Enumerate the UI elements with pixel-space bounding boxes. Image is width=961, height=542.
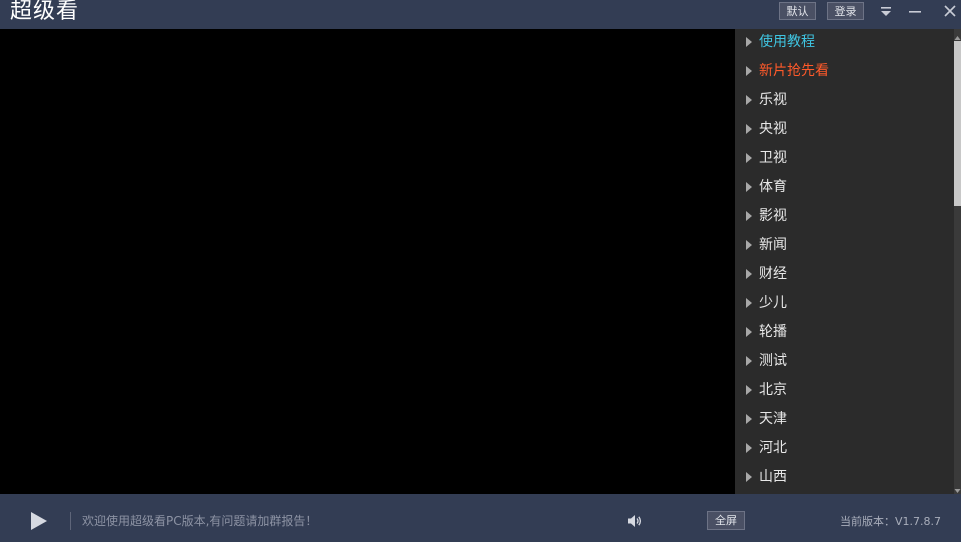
play-icon[interactable]: [30, 511, 48, 531]
channel-item[interactable]: 财经: [735, 261, 961, 290]
volume-icon[interactable]: [627, 513, 643, 529]
sidebar-scrollbar[interactable]: [954, 29, 961, 494]
channel-item[interactable]: 使用教程: [735, 29, 961, 58]
expand-arrow-icon: [746, 211, 752, 221]
expand-arrow-icon: [746, 95, 752, 105]
divider: [70, 512, 71, 530]
expand-arrow-icon: [746, 414, 752, 424]
expand-arrow-icon: [746, 182, 752, 192]
channel-item[interactable]: 北京: [735, 377, 961, 406]
channel-list: 使用教程新片抢先看乐视央视卫视体育影视新闻财经少儿轮播测试北京天津河北山西内蒙古: [735, 29, 961, 494]
expand-arrow-icon: [746, 356, 752, 366]
channel-item[interactable]: 新片抢先看: [735, 58, 961, 87]
channel-label: 乐视: [759, 92, 787, 108]
channel-label: 山西: [759, 469, 787, 485]
dropdown-menu-icon[interactable]: [877, 3, 895, 21]
channel-label: 天津: [759, 411, 787, 427]
channel-label: 少儿: [759, 295, 787, 311]
expand-arrow-icon: [746, 298, 752, 308]
channel-label: 使用教程: [759, 34, 815, 50]
channel-item[interactable]: 少儿: [735, 290, 961, 319]
app-title: 超级看: [10, 0, 80, 24]
version-label: 当前版本：V1.7.8.7: [840, 515, 942, 528]
expand-arrow-icon: [746, 443, 752, 453]
channel-item[interactable]: 体育: [735, 174, 961, 203]
channel-label: 轮播: [759, 324, 787, 340]
scroll-up-icon[interactable]: [954, 29, 961, 41]
channel-sidebar: 使用教程新片抢先看乐视央视卫视体育影视新闻财经少儿轮播测试北京天津河北山西内蒙古: [735, 29, 961, 494]
expand-arrow-icon: [746, 327, 752, 337]
channel-label: 卫视: [759, 150, 787, 166]
channel-label: 北京: [759, 382, 787, 398]
close-icon[interactable]: [941, 3, 959, 21]
channel-item[interactable]: 轮播: [735, 319, 961, 348]
channel-label: 新闻: [759, 237, 787, 253]
channel-label: 财经: [759, 266, 787, 282]
expand-arrow-icon: [746, 385, 752, 395]
channel-label: 新片抢先看: [759, 63, 829, 79]
expand-arrow-icon: [746, 240, 752, 250]
channel-label: 央视: [759, 121, 787, 137]
channel-label: 测试: [759, 353, 787, 369]
channel-item[interactable]: 天津: [735, 406, 961, 435]
channel-item[interactable]: 山西: [735, 464, 961, 493]
channel-item[interactable]: 测试: [735, 348, 961, 377]
expand-arrow-icon: [746, 37, 752, 47]
welcome-message: 欢迎使用超级看PC版本,有问题请加群报告！: [82, 514, 318, 528]
channel-item[interactable]: 卫视: [735, 145, 961, 174]
fullscreen-button[interactable]: 全屏: [707, 511, 745, 530]
expand-arrow-icon: [746, 124, 752, 134]
expand-arrow-icon: [746, 153, 752, 163]
channel-label: 影视: [759, 208, 787, 224]
expand-arrow-icon: [746, 472, 752, 482]
expand-arrow-icon: [746, 66, 752, 76]
channel-item[interactable]: 影视: [735, 203, 961, 232]
channel-label: 河北: [759, 440, 787, 456]
channel-item[interactable]: 央视: [735, 116, 961, 145]
expand-arrow-icon: [746, 269, 752, 279]
login-button[interactable]: 登录: [827, 2, 864, 20]
scroll-thumb[interactable]: [954, 41, 961, 206]
control-bar: 欢迎使用超级看PC版本,有问题请加群报告！ 全屏 当前版本：V1.7.8.7: [0, 494, 961, 542]
default-button[interactable]: 默认: [779, 2, 816, 20]
minimize-icon[interactable]: [906, 3, 924, 21]
app-window: 超级看 默认 登录 使用教程新片抢先看乐视央视卫视体育影视新闻财经少儿轮播测试北…: [0, 0, 961, 542]
channel-item[interactable]: 河北: [735, 435, 961, 464]
channel-item[interactable]: 新闻: [735, 232, 961, 261]
title-bar[interactable]: 超级看 默认 登录: [0, 0, 961, 28]
scroll-down-icon[interactable]: [954, 482, 961, 494]
video-player[interactable]: [0, 29, 735, 494]
channel-item[interactable]: 乐视: [735, 87, 961, 116]
channel-label: 体育: [759, 179, 787, 195]
